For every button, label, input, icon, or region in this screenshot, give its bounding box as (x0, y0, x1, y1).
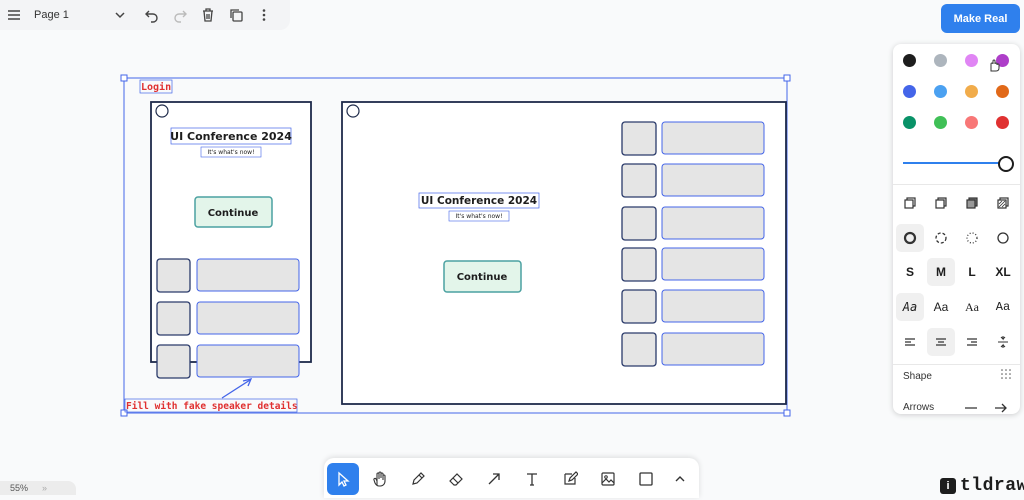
color-swatch[interactable] (934, 85, 947, 98)
duplicate-icon[interactable] (222, 1, 250, 29)
dash-row (895, 224, 1019, 252)
align-right-icon[interactable] (958, 328, 986, 356)
mobile-speaker-list (156, 258, 300, 379)
rectangle-icon[interactable] (630, 463, 662, 495)
color-swatch[interactable] (903, 54, 916, 67)
color-swatch[interactable] (903, 85, 916, 98)
tldraw-brand[interactable]: i tldraw (940, 475, 1024, 496)
fill-annotation: Fill with fake speaker details (126, 401, 298, 412)
opacity-track (903, 162, 1003, 164)
fill-solid-icon[interactable] (958, 189, 986, 217)
color-swatch[interactable] (934, 54, 947, 67)
align-row (895, 328, 1019, 356)
page-name[interactable]: Page 1 (28, 9, 106, 21)
arrow-line-icon[interactable] (963, 401, 979, 414)
desktop-continue-label: Continue (457, 272, 508, 283)
zoom-level: 55% (10, 483, 29, 493)
color-swatch[interactable] (996, 116, 1009, 129)
selection-handle[interactable] (783, 409, 791, 417)
arrow-head-icon[interactable] (993, 401, 1009, 414)
color-swatch[interactable] (965, 116, 978, 129)
divider (893, 364, 1020, 365)
desktop-subtitle: It's what's now! (455, 213, 502, 220)
fill-none-icon[interactable] (896, 189, 924, 217)
canvas-drawing[interactable]: Login UI Conference 2024 It's what's now… (0, 0, 1024, 495)
select-icon[interactable] (327, 463, 359, 495)
desktop-title: UI Conference 2024 (421, 195, 537, 207)
size-l[interactable]: L (958, 258, 986, 286)
opacity-thumb[interactable] (998, 156, 1014, 172)
redo-icon[interactable] (166, 1, 194, 29)
font-serif[interactable]: Aa (958, 293, 986, 321)
shape-label: Shape (903, 371, 932, 382)
size-row: S M L XL (895, 258, 1019, 286)
font-row: Aa Aa Aa Aa (895, 293, 1019, 321)
size-s[interactable]: S (896, 258, 924, 286)
dash-dotted-icon[interactable] (958, 224, 986, 252)
hamburger-icon[interactable] (0, 1, 28, 29)
arrow-icon[interactable] (478, 463, 510, 495)
selection-handle[interactable] (120, 74, 128, 82)
style-panel: S M L XL Aa Aa Aa Aa Shape Arrows (893, 44, 1020, 414)
opacity-slider[interactable] (903, 156, 1014, 172)
align-left-icon[interactable] (896, 328, 924, 356)
size-xl[interactable]: XL (989, 258, 1017, 286)
tldraw-wordmark: tldraw (960, 475, 1024, 496)
color-swatch[interactable] (903, 116, 916, 129)
arrows-label: Arrows (903, 402, 935, 413)
color-swatch[interactable] (996, 85, 1009, 98)
canvas[interactable]: Login UI Conference 2024 It's what's now… (0, 0, 1024, 495)
font-sans[interactable]: Aa (927, 293, 955, 321)
dash-draw-icon[interactable] (896, 224, 924, 252)
minimap-toggle-icon[interactable]: » (42, 483, 47, 493)
font-draw[interactable]: Aa (896, 293, 924, 321)
draw-icon[interactable] (402, 463, 434, 495)
zoom-indicator[interactable]: 55% » (0, 481, 76, 495)
shape-grid-icon[interactable] (1000, 368, 1012, 383)
font-mono[interactable]: Aa (989, 293, 1017, 321)
bottom-toolbar (324, 458, 699, 498)
undo-icon[interactable] (138, 1, 166, 29)
mobile-continue-label: Continue (208, 208, 259, 219)
tldraw-logo-icon: i (940, 477, 956, 494)
color-swatch[interactable] (965, 85, 978, 98)
annotation-arrow (221, 379, 251, 399)
login-annotation: Login (141, 81, 171, 93)
align-center-icon[interactable] (927, 328, 955, 356)
note-icon[interactable] (554, 463, 586, 495)
chevron-down-icon[interactable] (106, 1, 134, 29)
divider (893, 184, 1020, 185)
make-real-button[interactable]: Make Real (941, 4, 1020, 33)
hand-icon[interactable] (364, 463, 396, 495)
fill-pattern-icon[interactable] (989, 189, 1017, 217)
selection-handle[interactable] (783, 74, 791, 82)
top-menu-bar: Page 1 (0, 0, 290, 30)
mobile-title: UI Conference 2024 (170, 130, 292, 143)
fill-semi-icon[interactable] (927, 189, 955, 217)
mobile-subtitle: It's what's now! (207, 149, 254, 156)
dash-solid-icon[interactable] (989, 224, 1017, 252)
align-vertical-icon[interactable] (989, 328, 1017, 356)
cursor-hand-icon (988, 58, 1000, 77)
size-m[interactable]: M (927, 258, 955, 286)
more-vertical-icon[interactable] (250, 1, 278, 29)
image-icon[interactable] (592, 463, 624, 495)
text-icon[interactable] (516, 463, 548, 495)
fill-row (895, 189, 1019, 217)
chevron-up-icon[interactable] (664, 463, 696, 495)
eraser-icon[interactable] (440, 463, 472, 495)
dash-dashed-icon[interactable] (927, 224, 955, 252)
color-swatch[interactable] (934, 116, 947, 129)
color-swatch[interactable] (965, 54, 978, 67)
trash-icon[interactable] (194, 1, 222, 29)
